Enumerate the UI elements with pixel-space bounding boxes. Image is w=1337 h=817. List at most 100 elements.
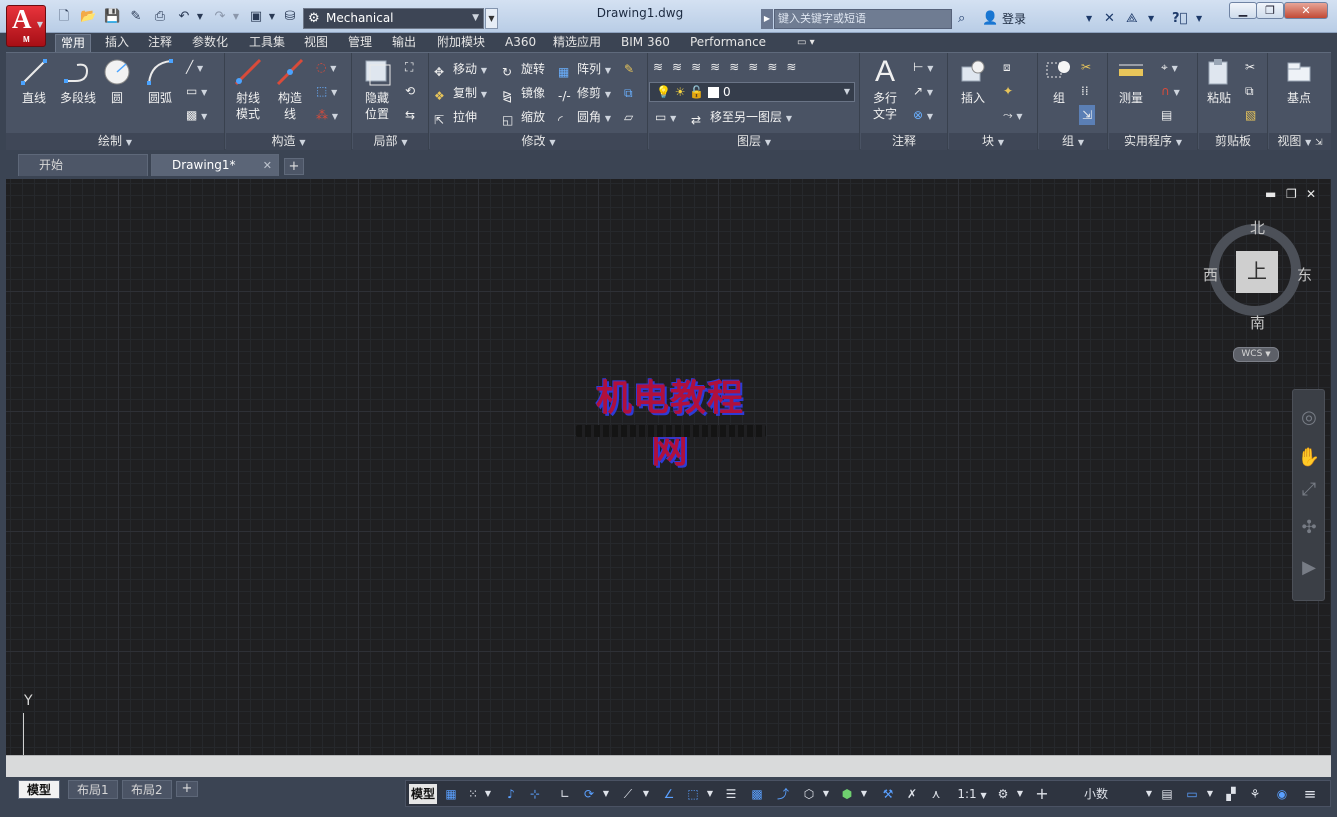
undo-dropdown-icon[interactable]: ▼ <box>192 9 208 25</box>
tab-insert[interactable]: 插入 <box>100 34 134 52</box>
viewport-restore-icon[interactable]: ❐ <box>1286 187 1297 201</box>
group-tool[interactable]: 组 <box>1041 57 1077 106</box>
binoculars-icon[interactable]: ⌕ <box>958 9 965 29</box>
mtext-tool[interactable]: A 多行 文字 <box>865 57 905 122</box>
steering-wheel-icon[interactable]: ◎ <box>1297 406 1321 430</box>
add-layout-button[interactable]: + <box>176 781 198 797</box>
tab-parametric[interactable]: 参数化 <box>187 34 233 52</box>
transparency-icon[interactable]: ▩ <box>748 784 766 804</box>
zoom-extents-icon[interactable]: ⤢ <box>1297 478 1321 502</box>
group-edit-icon[interactable]: ⁞⁞ <box>1081 81 1089 101</box>
object-snap-tracking-icon[interactable]: ∠ <box>660 784 678 804</box>
panel-title-view[interactable]: 视图 ▼ ⇲ <box>1269 133 1331 150</box>
showmotion-icon[interactable]: ▶ <box>1297 556 1321 580</box>
auto-scale-icon[interactable]: ✗ <box>902 784 922 804</box>
3d-object-snap-icon[interactable]: ⬡ <box>800 784 818 804</box>
insert-block-tool[interactable]: 插入 <box>953 57 993 106</box>
pan-hand-icon[interactable]: ✋ <box>1297 446 1321 470</box>
file-tab-start[interactable]: 开始 <box>18 154 148 176</box>
fillet-tool[interactable]: ◜ 圆角 ▼ <box>558 107 611 127</box>
construct-circle-icon[interactable]: ◌ ▼ <box>316 57 336 77</box>
ungroup-icon[interactable]: ✂ <box>1081 57 1091 77</box>
user-icon[interactable]: 👤 <box>982 9 998 29</box>
offset-icon[interactable]: ⏥ <box>624 107 633 127</box>
login-button[interactable]: 登录 <box>1002 9 1026 29</box>
tab-performance[interactable]: Performance <box>685 34 771 52</box>
plot-icon[interactable]: ▣ <box>248 9 264 25</box>
hatch-icon[interactable]: ▩ ▼ <box>186 105 207 125</box>
polyline-tool[interactable]: 多段线 <box>56 57 100 106</box>
detail-rotate-icon[interactable]: ⟲ <box>405 81 415 101</box>
detail-view-icon[interactable]: ⛶ <box>405 57 413 77</box>
panel-title-construct[interactable]: 构造 ▼ <box>226 133 351 150</box>
layout-tab-model[interactable]: 模型 <box>18 780 61 799</box>
create-block-icon[interactable]: ⧈ <box>1003 57 1011 77</box>
layer-properties-icon[interactable]: ▭ ▼ <box>655 107 676 127</box>
print-icon[interactable]: ⎙ <box>152 9 168 25</box>
chevron-down-icon[interactable]: ▼ <box>482 784 494 804</box>
array-tool[interactable]: ▦ 阵列 ▼ <box>558 59 611 79</box>
customize-quick-access-button[interactable]: ▼ <box>485 8 498 29</box>
lock-ui-icon[interactable]: ▭ <box>1182 784 1202 804</box>
new-tab-button[interactable]: + <box>284 158 304 175</box>
chevron-down-icon[interactable]: ▼ <box>820 784 832 804</box>
workspace-selector[interactable]: ⚙ Mechanical ▼ <box>303 8 484 29</box>
selection-cycling-icon[interactable]: ⤴ <box>774 784 792 804</box>
infer-constraints-icon[interactable]: ♪ <box>502 784 520 804</box>
drawing-canvas[interactable]: ▬ ❐ ✕ 北 南 东 西 上 WCS ▼ ◎ ✋ ⤢ ✣ ▶ 机电教程网 Y … <box>6 179 1331 755</box>
compass-north[interactable]: 北 <box>1250 217 1265 238</box>
isometric-drafting-icon[interactable]: ⟋ <box>618 784 638 804</box>
chevron-down-icon[interactable]: ▼ <box>858 784 870 804</box>
close-tab-icon[interactable]: ✕ <box>263 155 272 176</box>
quick-properties-icon[interactable]: ▤ <box>1158 784 1176 804</box>
tab-output[interactable]: 输出 <box>387 34 421 52</box>
edit-block-icon[interactable]: ✦ <box>1003 81 1013 101</box>
measure-tool[interactable]: 测量 <box>1111 57 1151 106</box>
ribbon-minimize-toggle[interactable]: ▭ ▾ <box>792 34 820 52</box>
help-icon[interactable]: ?⃝ <box>1172 9 1187 29</box>
attribute-icon[interactable]: ⤳ ▼ <box>1003 105 1023 125</box>
units-selector[interactable]: 小数 ▼ <box>1066 784 1156 804</box>
arc-tool[interactable]: 圆弧 <box>140 57 180 106</box>
viewcube[interactable]: 北 南 东 西 上 <box>1201 209 1312 332</box>
chevron-down-icon[interactable]: ▼ <box>1014 784 1026 804</box>
line-tool[interactable]: 直线 <box>14 57 54 106</box>
move-tool[interactable]: ✥ 移动 ▼ <box>434 59 487 79</box>
layout-tab-layout2[interactable]: 布局2 <box>122 780 172 799</box>
annotation-visibility-icon[interactable]: ⚒ <box>878 784 898 804</box>
file-tab-drawing1[interactable]: Drawing1* ✕ <box>151 154 279 176</box>
dynamic-input-icon[interactable]: ⊹ <box>526 784 544 804</box>
magnet-icon[interactable]: ∩ ▼ <box>1161 81 1180 101</box>
maximize-button[interactable]: ❐ <box>1256 2 1284 19</box>
layout-tab-layout1[interactable]: 布局1 <box>68 780 118 799</box>
isolate-objects-icon[interactable]: ▞ <box>1222 784 1240 804</box>
panel-title-draw[interactable]: 绘制 ▼ <box>6 133 224 150</box>
hide-position-tool[interactable]: 隐藏 位置 <box>357 57 397 122</box>
construction-line-icon[interactable]: ╱ ▼ <box>186 57 203 77</box>
panel-title-layers[interactable]: 图层 ▼ <box>649 133 859 150</box>
panel-title-block[interactable]: 块 ▼ <box>949 133 1037 150</box>
orbit-icon[interactable]: ✣ <box>1297 516 1321 540</box>
annotation-monitor-icon[interactable]: + <box>1032 784 1052 804</box>
stretch-tool[interactable]: ⇱ 拉伸 <box>434 107 477 127</box>
erase-icon[interactable]: ✎ <box>624 59 634 79</box>
chevron-down-icon[interactable]: ▼ <box>640 784 652 804</box>
base-point-tool[interactable]: 基点 <box>1279 57 1319 106</box>
exchange-icon[interactable]: ✕ <box>1104 9 1115 29</box>
annotation-scale-icon[interactable]: ⋏ <box>926 784 946 804</box>
explode-icon[interactable]: ⧉ <box>624 83 633 103</box>
viewport-minimize-icon[interactable]: ▬ <box>1265 187 1276 201</box>
tab-toolsets[interactable]: 工具集 <box>244 34 290 52</box>
panel-title-utilities[interactable]: 实用程序 ▼ <box>1109 133 1197 150</box>
construction-line-tool[interactable]: 构造线 <box>270 57 310 122</box>
panel-title-group[interactable]: 组 ▼ <box>1039 133 1107 150</box>
workspace-gear-icon[interactable]: ⚙ <box>994 784 1012 804</box>
hardware-acceleration-icon[interactable]: ⚘ <box>1246 784 1264 804</box>
cut-icon[interactable]: ✂ <box>1245 57 1255 77</box>
move-to-layer-tool[interactable]: ⇄ 移至另一图层 ▼ <box>691 107 792 127</box>
panel-title-clipboard[interactable]: 剪贴板 <box>1199 133 1267 150</box>
tab-view[interactable]: 视图 <box>299 34 333 52</box>
model-space-button[interactable]: 模型 <box>409 784 437 804</box>
match-properties-icon[interactable]: ▧ <box>1245 105 1256 125</box>
compass-south[interactable]: 南 <box>1250 312 1265 333</box>
